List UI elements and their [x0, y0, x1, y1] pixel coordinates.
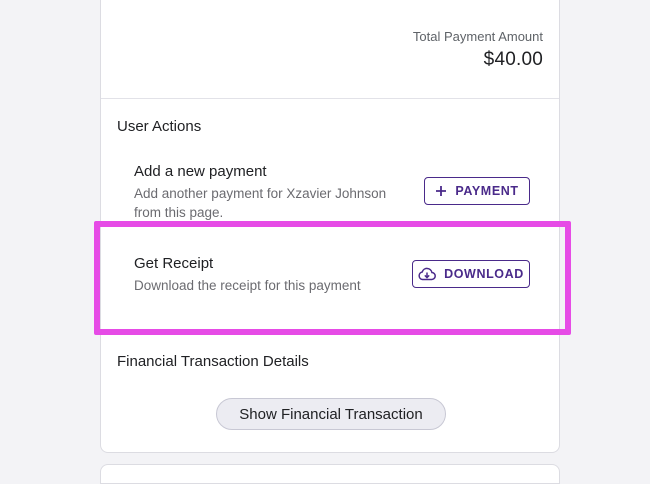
show-financial-transaction-button[interactable]: Show Financial Transaction: [216, 398, 446, 430]
financial-details-title: Financial Transaction Details: [117, 353, 309, 370]
plus-icon: [435, 185, 447, 197]
user-actions-title: User Actions: [117, 118, 202, 135]
highlight-box: [94, 221, 571, 335]
total-payment-value: $40.00: [483, 49, 543, 70]
add-payment-title: Add a new payment: [134, 163, 267, 180]
section-divider: [101, 98, 559, 99]
add-payment-button-label: PAYMENT: [455, 184, 519, 198]
add-payment-description: Add another payment for Xzavier Johnson …: [134, 186, 387, 220]
add-payment-button[interactable]: PAYMENT: [424, 177, 530, 205]
total-payment-label: Total Payment Amount: [412, 29, 543, 44]
next-card-edge: [100, 464, 560, 484]
